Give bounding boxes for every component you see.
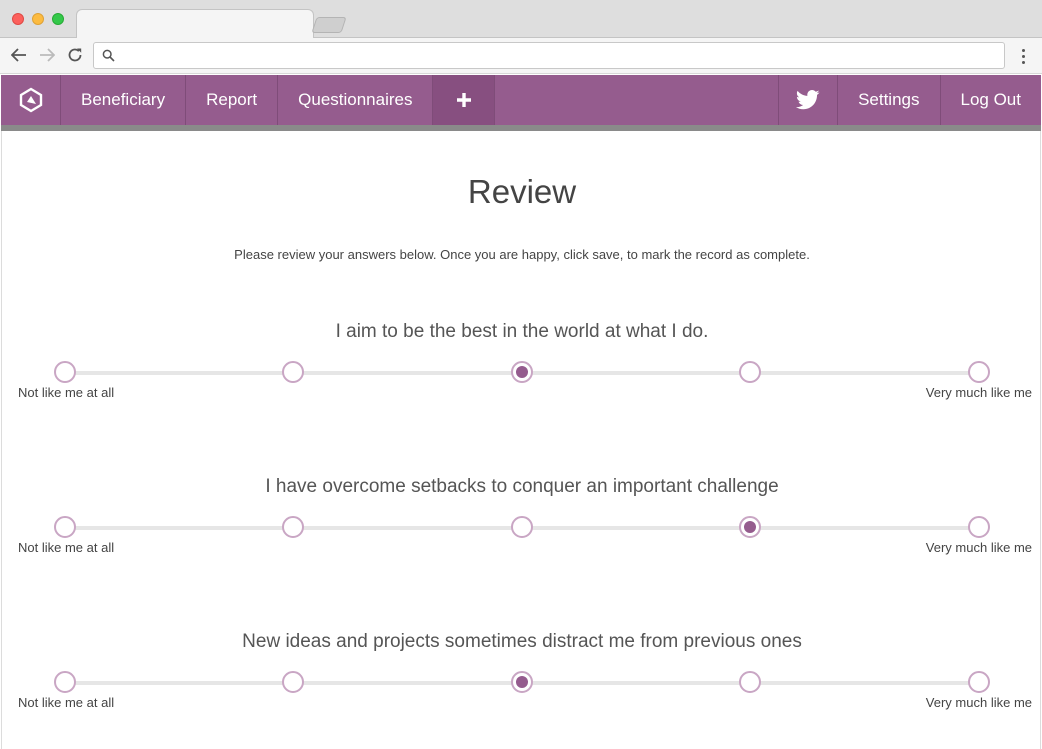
twitter-icon[interactable] xyxy=(778,75,839,125)
nav-questionnaires[interactable]: Questionnaires xyxy=(278,75,434,125)
scale-option-1[interactable] xyxy=(54,671,76,693)
scale-option-4[interactable] xyxy=(739,671,761,693)
scale-option-3[interactable] xyxy=(511,361,533,383)
review-instructions: Please review your answers below. Once y… xyxy=(234,247,810,262)
new-tab-button[interactable] xyxy=(311,17,347,33)
question-1: I aim to be the best in the world at wha… xyxy=(2,321,1042,431)
app-navbar: Beneficiary Report Questionnaires Settin… xyxy=(1,75,1041,125)
nav-settings[interactable]: Settings xyxy=(838,75,941,125)
scale-option-2[interactable] xyxy=(282,671,304,693)
question-3: New ideas and projects sometimes distrac… xyxy=(2,631,1042,741)
scale-option-1[interactable] xyxy=(54,516,76,538)
scale-option-4[interactable] xyxy=(739,516,761,538)
add-plus-icon[interactable] xyxy=(433,75,496,125)
back-icon[interactable] xyxy=(9,45,29,65)
scale-option-2[interactable] xyxy=(282,361,304,383)
scale-max-label: Very much like me xyxy=(925,540,1032,555)
scale-option-4[interactable] xyxy=(739,361,761,383)
scale-min-label: Not like me at all xyxy=(18,385,115,400)
reload-icon[interactable] xyxy=(65,45,85,65)
scale-option-5[interactable] xyxy=(968,671,990,693)
browser-tabstrip xyxy=(0,0,1042,39)
browser-tab[interactable] xyxy=(76,9,314,39)
scale-min-label: Not like me at all xyxy=(18,695,115,710)
maximize-window-button[interactable] xyxy=(52,13,64,25)
minimize-window-button[interactable] xyxy=(32,13,44,25)
forward-icon[interactable] xyxy=(37,45,57,65)
scale-min-label: Not like me at all xyxy=(18,540,115,555)
nav-report[interactable]: Report xyxy=(186,75,279,125)
scale-option-1[interactable] xyxy=(54,361,76,383)
app-logo-icon[interactable] xyxy=(1,75,61,125)
scale-max-label: Very much like me xyxy=(925,385,1032,400)
browser-toolbar xyxy=(0,38,1042,74)
page-title: Review xyxy=(467,173,577,210)
scale-option-2[interactable] xyxy=(282,516,304,538)
scale-option-3[interactable] xyxy=(511,671,533,693)
nav-logout[interactable]: Log Out xyxy=(941,75,1042,125)
browser-menu-icon[interactable] xyxy=(1014,46,1032,66)
search-icon xyxy=(102,49,115,67)
scale-option-5[interactable] xyxy=(968,361,990,383)
question-text: New ideas and projects sometimes distrac… xyxy=(242,631,802,652)
address-bar[interactable] xyxy=(93,42,1005,69)
question-text: I aim to be the best in the world at wha… xyxy=(335,321,709,342)
scale-option-5[interactable] xyxy=(968,516,990,538)
close-window-button[interactable] xyxy=(12,13,24,25)
scale-option-3[interactable] xyxy=(511,516,533,538)
question-text: I have overcome setbacks to conquer an i… xyxy=(265,476,779,497)
nav-beneficiary[interactable]: Beneficiary xyxy=(61,75,187,125)
review-page: Review Please review your answers below.… xyxy=(1,131,1041,749)
question-2: I have overcome setbacks to conquer an i… xyxy=(2,476,1042,586)
scale-max-label: Very much like me xyxy=(925,695,1032,710)
